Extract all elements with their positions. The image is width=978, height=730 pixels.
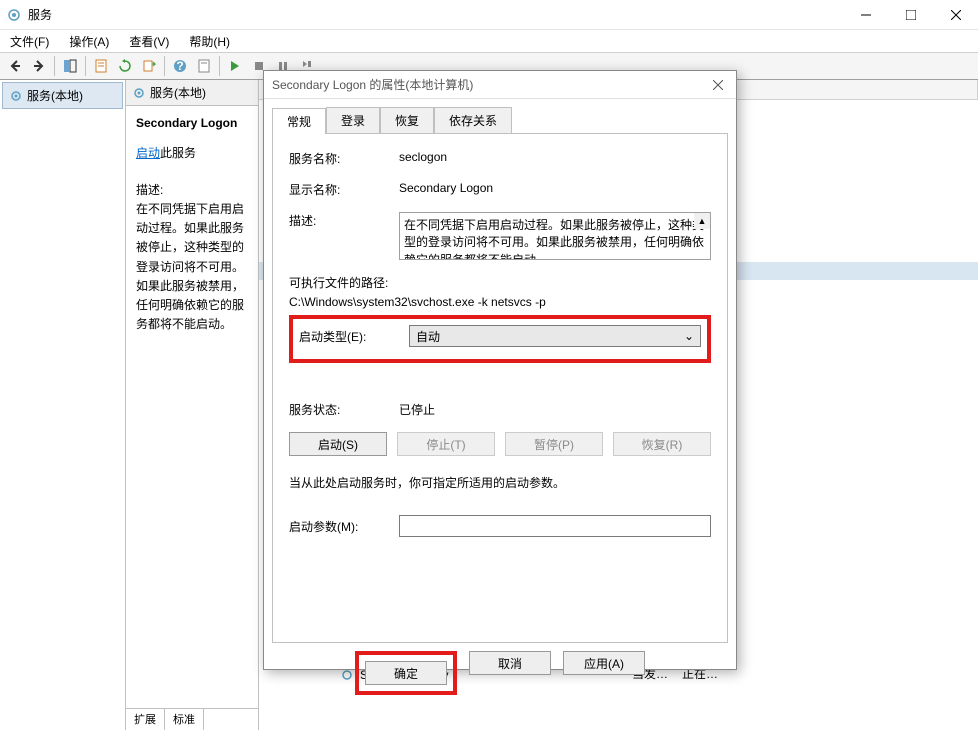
service-name-heading: Secondary Logon [136, 116, 248, 130]
dialog-close-button[interactable] [708, 75, 728, 95]
services-icon [6, 7, 22, 23]
startup-type-label: 启动类型(E): [299, 328, 409, 345]
display-name-value: Secondary Logon [399, 181, 711, 195]
tab-recovery[interactable]: 恢复 [380, 107, 434, 133]
start-params-input[interactable] [399, 515, 711, 537]
tab-standard[interactable]: 标准 [165, 709, 204, 730]
service-status-value: 已停止 [399, 401, 435, 418]
dialog-buttons: 确定 取消 应用(A) [264, 651, 736, 705]
description-label: 描述: [289, 212, 399, 229]
scroll-up-icon[interactable]: ▲ [694, 213, 710, 229]
tab-general[interactable]: 常规 [272, 108, 326, 134]
dialog-body: 服务名称: seclogon 显示名称: Secondary Logon 描述:… [272, 133, 728, 643]
startup-type-value: 自动 [416, 328, 440, 345]
start-button[interactable]: 启动(S) [289, 432, 387, 456]
tree-root-services[interactable]: 服务(本地) [2, 82, 123, 109]
pause-button: 暂停(P) [505, 432, 603, 456]
window-title: 服务 [28, 6, 843, 23]
highlight-ok-button: 确定 [355, 651, 457, 695]
description-textbox[interactable]: 在不同凭据下启用启动过程。如果此服务被停止，这种类型的登录访问将不可用。如果此服… [399, 212, 711, 260]
help-icon[interactable]: ? [169, 55, 191, 77]
service-status-label: 服务状态: [289, 401, 399, 418]
gear-icon [9, 89, 23, 103]
dialog-tabs: 常规 登录 恢复 依存关系 [272, 107, 728, 133]
menu-help[interactable]: 帮助(H) [185, 31, 234, 52]
ok-button[interactable]: 确定 [365, 661, 447, 685]
exe-path-value: C:\Windows\system32\svchost.exe -k netsv… [289, 295, 711, 309]
title-bar: 服务 [0, 0, 978, 30]
display-name-label: 显示名称: [289, 181, 399, 198]
properties-button[interactable] [193, 55, 215, 77]
startup-type-dropdown[interactable]: 自动 ⌄ [409, 325, 701, 347]
service-name-label: 服务名称: [289, 150, 399, 167]
dialog-title-bar: Secondary Logon 的属性(本地计算机) [264, 71, 736, 99]
back-button[interactable] [4, 55, 26, 77]
minimize-button[interactable] [843, 0, 888, 30]
service-description: 在不同凭据下启用启动过程。如果此服务被停止，这种类型的登录访问将不可用。如果此服… [136, 200, 248, 334]
start-service-icon[interactable] [224, 55, 246, 77]
maximize-button[interactable] [888, 0, 933, 30]
start-suffix: 此服务 [160, 146, 196, 160]
left-tree-panel: 服务(本地) [0, 80, 126, 730]
gear-icon [132, 86, 146, 100]
detail-panel: 服务(本地) Secondary Logon 启动此服务 描述: 在不同凭据下启… [126, 80, 259, 730]
forward-button[interactable] [28, 55, 50, 77]
tab-extended[interactable]: 扩展 [126, 709, 165, 730]
detail-tabs: 扩展 标准 [126, 708, 258, 730]
service-name-value: seclogon [399, 150, 711, 164]
start-params-label: 启动参数(M): [289, 518, 399, 535]
resume-button: 恢复(R) [613, 432, 711, 456]
tree-root-label: 服务(本地) [27, 87, 83, 104]
highlight-startup-type: 启动类型(E): 自动 ⌄ [289, 315, 711, 363]
menu-action[interactable]: 操作(A) [65, 31, 113, 52]
description-label: 描述: [136, 181, 248, 198]
svg-text:?: ? [176, 59, 183, 73]
menu-view[interactable]: 查看(V) [125, 31, 173, 52]
cancel-button[interactable]: 取消 [469, 651, 551, 675]
properties-icon[interactable] [90, 55, 112, 77]
refresh-icon[interactable] [114, 55, 136, 77]
detail-header-label: 服务(本地) [150, 84, 206, 101]
menu-bar: 文件(F) 操作(A) 查看(V) 帮助(H) [0, 30, 978, 52]
exe-path-label: 可执行文件的路径: [289, 274, 711, 291]
chevron-down-icon: ⌄ [684, 329, 694, 343]
menu-file[interactable]: 文件(F) [6, 31, 53, 52]
close-button[interactable] [933, 0, 978, 30]
show-hide-tree-button[interactable] [59, 55, 81, 77]
detail-panel-header: 服务(本地) [126, 80, 258, 106]
dialog-title: Secondary Logon 的属性(本地计算机) [272, 76, 708, 93]
tab-dependencies[interactable]: 依存关系 [434, 107, 512, 133]
tab-logon[interactable]: 登录 [326, 107, 380, 133]
apply-button[interactable]: 应用(A) [563, 651, 645, 675]
startup-note: 当从此处启动服务时，你可指定所适用的启动参数。 [289, 474, 711, 491]
stop-button: 停止(T) [397, 432, 495, 456]
properties-dialog: Secondary Logon 的属性(本地计算机) 常规 登录 恢复 依存关系… [263, 70, 737, 670]
export-icon[interactable] [138, 55, 160, 77]
start-service-link[interactable]: 启动 [136, 146, 160, 160]
